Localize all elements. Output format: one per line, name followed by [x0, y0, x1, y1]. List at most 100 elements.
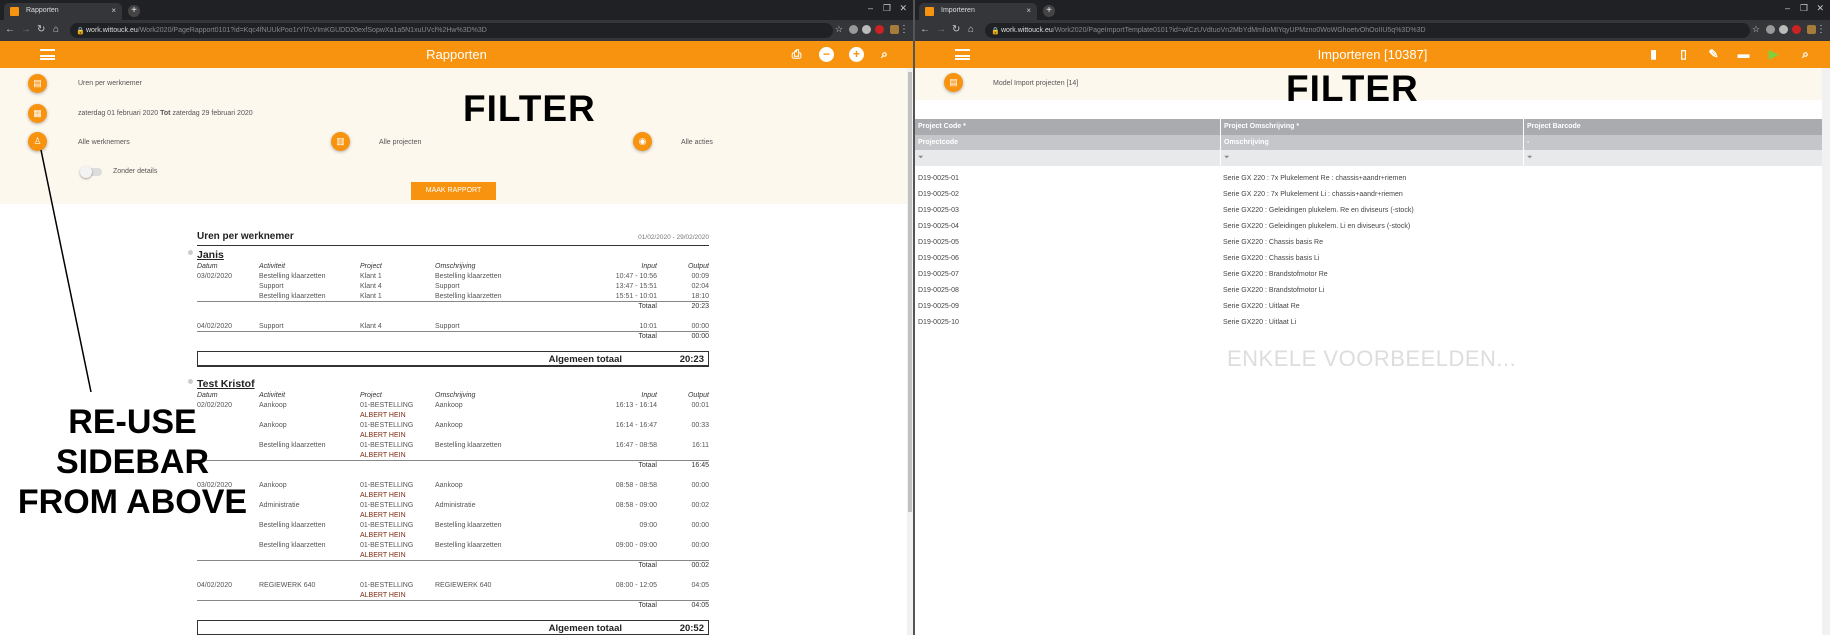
table-row[interactable]: D19-0025-05 Serie GX220 : Chassis basis R…: [915, 235, 1830, 251]
description-cell: Serie GX 220 : 7x Plukelement Li : chass…: [1223, 190, 1403, 198]
column-mapping[interactable]: Projectcode: [915, 135, 958, 151]
close-window-icon[interactable]: ✕: [1816, 3, 1824, 14]
minimize-icon[interactable]: –: [868, 3, 873, 13]
document-icon[interactable]: ▥: [331, 132, 350, 151]
back-icon[interactable]: ←: [920, 24, 930, 35]
calendar-icon[interactable]: ▦: [28, 104, 47, 123]
filter-funnel-icon[interactable]: ⏷: [1523, 150, 1533, 166]
menu-kebab-icon[interactable]: ⋮: [1816, 24, 1826, 35]
new-tab-button[interactable]: +: [1043, 5, 1055, 17]
table-row[interactable]: D19-0025-04 Serie GX220 : Geleidingen plu…: [915, 219, 1830, 235]
back-icon[interactable]: ←: [5, 24, 15, 35]
menu-kebab-icon[interactable]: ⋮: [899, 24, 909, 35]
column-header[interactable]: Project Omschrijving *: [1220, 119, 1299, 135]
forward-icon[interactable]: →: [21, 24, 31, 35]
play-icon[interactable]: ▶: [1766, 47, 1781, 62]
browser-tab-importeren[interactable]: Importeren ×: [919, 3, 1037, 20]
minus-circle-icon[interactable]: −: [819, 47, 834, 62]
table-row[interactable]: D19-0025-06 Serie GX220 : Chassis basis L…: [915, 251, 1830, 267]
table-row[interactable]: D19-0025-02 Serie GX 220 : 7x Plukelement…: [915, 187, 1830, 203]
output-cell: 00:02: [691, 502, 709, 509]
filter-funnel-icon[interactable]: ⏷: [1220, 150, 1230, 166]
search-icon[interactable]: ⌕: [877, 47, 892, 62]
user-icon[interactable]: ♙: [28, 132, 47, 151]
total-row: Totaal 04:05: [197, 601, 709, 611]
target-icon[interactable]: ◉: [633, 132, 652, 151]
url-input[interactable]: 🔒 work.wittouck.eu/Work2020/PageImportTe…: [985, 23, 1750, 38]
report-type-select[interactable]: Uren per werknemer: [78, 80, 142, 87]
table-row[interactable]: D19-0025-01 Serie GX 220 : 7x Plukelement…: [915, 171, 1830, 187]
forward-icon[interactable]: →: [936, 24, 946, 35]
activity-cell: Aankoop: [259, 402, 287, 409]
date-range[interactable]: zaterdag 01 februari 2020 Tot zaterdag 2…: [78, 110, 253, 117]
employee-name[interactable]: Test Kristof: [197, 378, 255, 390]
scrollbar[interactable]: [1822, 68, 1830, 635]
date-from[interactable]: zaterdag 01 februari 2020: [78, 110, 158, 117]
code-cell: D19-0025-07: [918, 270, 959, 278]
bookmark-star-icon[interactable]: ☆: [1752, 24, 1760, 35]
projects-select[interactable]: Alle projecten: [379, 139, 421, 146]
table-row[interactable]: D19-0025-03 Serie GX220 : Geleidingen plu…: [915, 203, 1830, 219]
description-cell: Serie GX220 : Uitlaat Re: [1223, 302, 1300, 310]
print-icon[interactable]: ⎙: [789, 47, 804, 62]
table-row[interactable]: D19-0025-10 Serie GX220 : Uitlaat Li: [915, 315, 1830, 331]
column-header: Input: [641, 392, 657, 399]
output-cell: 00:00: [691, 522, 709, 529]
extension-icon[interactable]: [1766, 25, 1775, 34]
extension-icon[interactable]: [875, 25, 884, 34]
new-tab-button[interactable]: +: [128, 5, 140, 17]
project-cell: ALBERT HEIN: [360, 592, 406, 599]
reload-icon[interactable]: ↻: [952, 24, 960, 35]
bookmark-star-icon[interactable]: ☆: [835, 24, 843, 35]
home-icon[interactable]: ⌂: [53, 24, 59, 35]
close-tab-icon[interactable]: ×: [1026, 6, 1031, 15]
home-icon[interactable]: ⌂: [968, 24, 974, 35]
excel-file-icon[interactable]: ▤: [944, 73, 963, 92]
maximize-icon[interactable]: ❐: [883, 3, 891, 14]
file-icon[interactable]: ▮: [1646, 47, 1661, 62]
column-mapping[interactable]: Omschrijving: [1220, 134, 1269, 150]
table-row[interactable]: D19-0025-09 Serie GX220 : Uitlaat Re: [915, 299, 1830, 315]
profile-avatar[interactable]: [890, 25, 899, 34]
total-value: 00:00: [691, 333, 709, 340]
table-row: Aankoop Aankoop 16:14 - 16:47 00:33 01-BESTE…: [197, 421, 709, 431]
profile-avatar[interactable]: [1807, 25, 1816, 34]
column-header[interactable]: Project Barcode: [1523, 119, 1581, 135]
extension-icon[interactable]: [1792, 25, 1801, 34]
maximize-icon[interactable]: ❐: [1800, 3, 1808, 14]
extension-icon[interactable]: [849, 25, 858, 34]
table-row[interactable]: D19-0025-07 Serie GX220 : Brandstofmotor …: [915, 267, 1830, 283]
description-cell: Serie GX220 : Brandstofmotor Re: [1223, 270, 1328, 278]
file-outline-icon[interactable]: ▯: [1676, 47, 1691, 62]
edit-icon[interactable]: ✎: [1706, 47, 1721, 62]
extension-icon[interactable]: [862, 25, 871, 34]
report-file-icon[interactable]: ▤: [28, 74, 47, 93]
reload-icon[interactable]: ↻: [37, 24, 45, 35]
filter-funnel-icon[interactable]: ⏷: [915, 150, 924, 166]
table-row[interactable]: D19-0025-08 Serie GX220 : Brandstofmotor …: [915, 283, 1830, 299]
actions-select[interactable]: Alle acties: [681, 139, 713, 146]
close-window-icon[interactable]: ✕: [899, 3, 907, 14]
column-mapping[interactable]: -: [1523, 134, 1529, 150]
date-to[interactable]: zaterdag 29 februari 2020: [172, 110, 252, 117]
browser-tab-rapporten[interactable]: Rapporten ×: [4, 3, 122, 20]
plus-circle-icon[interactable]: +: [849, 47, 864, 62]
employee-name[interactable]: Janis: [197, 249, 224, 261]
trash-icon[interactable]: ▬: [1736, 47, 1751, 62]
filter-annotation: FILTER: [1286, 68, 1419, 109]
extension-icon[interactable]: [1779, 25, 1788, 34]
code-cell: D19-0025-02: [918, 190, 959, 198]
minimize-icon[interactable]: –: [1785, 3, 1790, 13]
details-toggle[interactable]: [80, 166, 102, 178]
employees-select[interactable]: Alle werknemers: [78, 139, 130, 146]
close-tab-icon[interactable]: ×: [111, 6, 116, 15]
scrollbar-thumb[interactable]: [908, 72, 912, 512]
table-row: ALBERT HEIN: [197, 411, 709, 421]
url-input[interactable]: 🔒 work.wittouck.eu/Work2020/PageRapport0…: [70, 23, 833, 38]
column-header[interactable]: Project Code *: [915, 119, 966, 135]
table-row: 02/02/2020 Aankoop Aankoop 16:13 - 16:14 00:…: [197, 401, 709, 411]
make-report-button[interactable]: MAAK RAPPORT: [411, 182, 496, 200]
code-cell: D19-0025-05: [918, 238, 959, 246]
template-select[interactable]: Model Import projecten [14]: [993, 80, 1078, 87]
search-icon[interactable]: ⌕: [1798, 47, 1813, 62]
